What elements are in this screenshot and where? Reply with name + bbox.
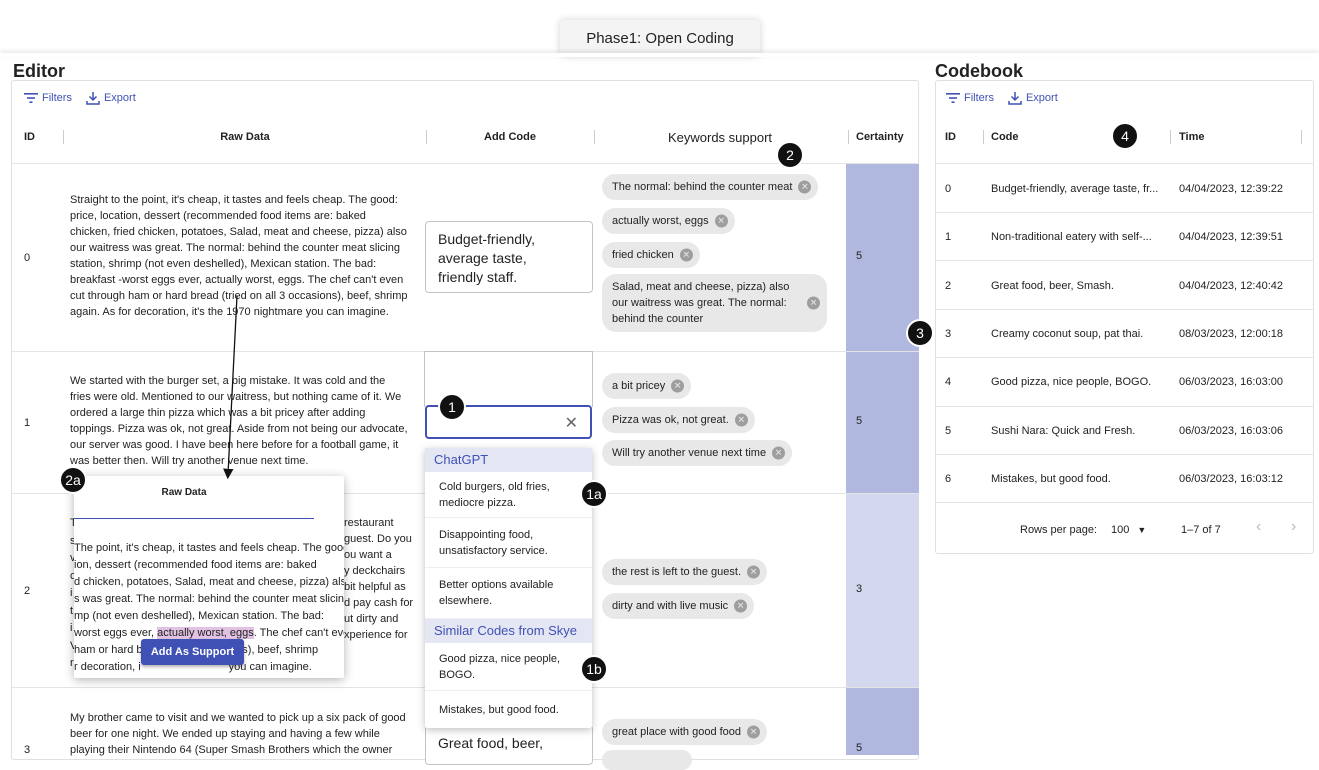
col-sep	[983, 130, 984, 144]
cb-row-time: 08/03/2023, 12:00:18	[1179, 328, 1283, 340]
cb-row-code[interactable]: Creamy coconut soup, pat thai.	[991, 326, 1143, 342]
dropdown-arrow-icon: ▼	[1137, 525, 1147, 535]
filter-icon	[946, 93, 960, 103]
annotation-badge: 1b	[580, 655, 608, 683]
annotation-badge: 2	[776, 141, 804, 169]
row-divider	[935, 212, 1314, 213]
cb-row-time: 04/04/2023, 12:39:22	[1179, 183, 1283, 195]
cb-row-time: 06/03/2023, 16:03:12	[1179, 473, 1283, 485]
export-label: Export	[1025, 92, 1058, 104]
cb-row-id: 2	[945, 280, 952, 292]
cb-row-id: 4	[945, 376, 952, 388]
annotation-badge: 1	[438, 393, 466, 421]
row-divider	[935, 454, 1314, 455]
rows-per-page-label: Rows per page:	[1020, 524, 1098, 536]
cb-col-time[interactable]: Time	[1179, 131, 1204, 143]
row-divider	[935, 406, 1314, 407]
cb-col-code[interactable]: Code	[991, 131, 1019, 143]
cb-row-time: 06/03/2023, 16:03:00	[1179, 376, 1283, 388]
row-divider	[935, 502, 1314, 503]
codebook-title: Codebook	[935, 61, 1023, 81]
cb-row-code[interactable]: Budget-friendly, average taste, fr...	[991, 181, 1158, 197]
filters-label: Filters	[964, 92, 994, 104]
cb-row-id: 1	[945, 231, 952, 243]
annotation-badge: 3	[906, 319, 934, 347]
pagination-range: 1–7 of 7	[1181, 524, 1221, 536]
cb-col-id[interactable]: ID	[945, 131, 956, 143]
prev-page-icon[interactable]: ‹	[1256, 519, 1261, 535]
annotation-badge: 2a	[59, 466, 87, 494]
annotation-badge: 1a	[580, 480, 608, 508]
cb-row-code[interactable]: Great food, beer, Smash.	[991, 278, 1114, 294]
annotation-badge: 4	[1111, 122, 1139, 150]
rows-per-page-select[interactable]: 100 ▼	[1111, 522, 1146, 538]
col-sep	[1170, 130, 1171, 144]
download-icon	[1008, 92, 1022, 105]
next-page-icon[interactable]: ›	[1291, 519, 1296, 535]
cb-row-time: 04/04/2023, 12:40:42	[1179, 280, 1283, 292]
cb-row-code[interactable]: Good pizza, nice people, BOGO.	[991, 374, 1151, 390]
codebook-filters-button[interactable]: Filters	[946, 92, 994, 104]
cb-row-id: 5	[945, 425, 952, 437]
col-sep	[1301, 130, 1302, 144]
cb-row-time: 04/04/2023, 12:39:51	[1179, 231, 1283, 243]
row-divider	[935, 309, 1314, 310]
cb-row-time: 06/03/2023, 16:03:06	[1179, 425, 1283, 437]
codebook-toolbar: Filters Export	[946, 91, 1068, 105]
row-divider	[935, 260, 1314, 261]
cb-row-id: 3	[945, 328, 952, 340]
cb-row-code[interactable]: Non-traditional eatery with self-...	[991, 229, 1152, 245]
cb-row-id: 0	[945, 183, 952, 195]
row-divider	[935, 357, 1314, 358]
cb-row-code[interactable]: Mistakes, but good food.	[991, 471, 1111, 487]
cb-row-code[interactable]: Sushi Nara: Quick and Fresh.	[991, 423, 1135, 439]
row-divider	[935, 163, 1314, 164]
codebook-export-button[interactable]: Export	[1008, 91, 1058, 105]
cb-row-id: 6	[945, 473, 952, 485]
